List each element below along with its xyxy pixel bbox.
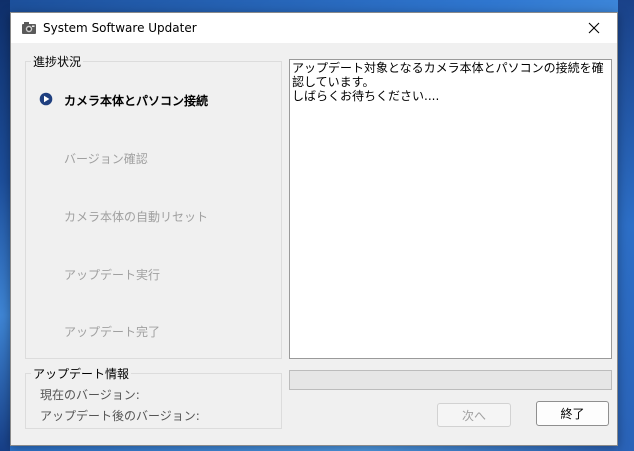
desktop-background-right [618, 0, 634, 451]
close-icon [588, 22, 600, 34]
progress-group-legend: 進捗状況 [31, 53, 84, 70]
update-progress-bar [289, 370, 612, 390]
status-message-box: アップデート対象となるカメラ本体とパソコンの接続を確認しています。 しばらくお待… [289, 59, 612, 359]
progress-group: 進捗状況 カメラ本体とパソコン接続 バージョン確認 カメラ本体の自動リセット ア… [25, 53, 282, 359]
current-step-arrow-icon [39, 92, 53, 106]
next-button[interactable]: 次へ [437, 403, 511, 427]
status-message-line-1: アップデート対象となるカメラ本体とパソコンの接続を確認しています。 [292, 61, 604, 89]
step-camera-pc-connection: カメラ本体とパソコン接続 [64, 94, 209, 108]
after-version-label: アップデート後のバージョン: [40, 409, 200, 423]
window-title: System Software Updater [43, 21, 197, 35]
update-info-legend: アップデート情報 [31, 365, 132, 382]
finish-button[interactable]: 終了 [536, 401, 609, 426]
title-bar: System Software Updater [11, 13, 617, 43]
step-update-execute: アップデート実行 [64, 268, 161, 282]
close-button[interactable] [571, 13, 617, 43]
status-message-line-2: しばらくお待ちください.... [292, 89, 440, 103]
desktop-background-left [0, 0, 10, 451]
step-auto-reset: カメラ本体の自動リセット [64, 210, 209, 224]
current-version-label: 現在のバージョン: [40, 388, 140, 402]
update-info-group: アップデート情報 現在のバージョン: アップデート後のバージョン: [25, 365, 282, 429]
step-update-complete: アップデート完了 [64, 325, 161, 339]
updater-app-icon [22, 22, 36, 34]
updater-window: System Software Updater 進捗状況 カメラ本体とパソコン接… [10, 12, 618, 446]
step-version-check: バージョン確認 [64, 152, 148, 166]
